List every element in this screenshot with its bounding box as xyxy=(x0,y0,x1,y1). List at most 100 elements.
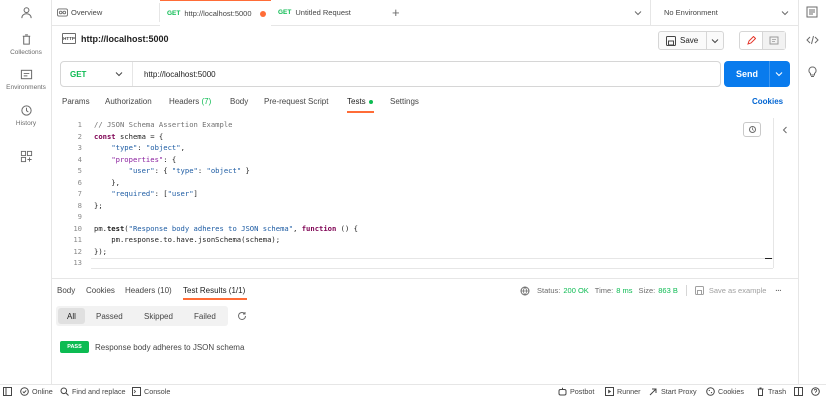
line-number: 13 xyxy=(73,258,82,267)
toggle-sidebar-button[interactable] xyxy=(3,387,15,396)
trash-icon xyxy=(757,387,764,396)
send-divider xyxy=(769,61,771,87)
tab-pre-request-script[interactable]: Pre-request Script xyxy=(264,97,328,106)
code-line: // JSON Schema Assertion Example xyxy=(94,120,233,129)
tab-label: Overview xyxy=(71,8,103,17)
online-status[interactable]: Online xyxy=(20,387,53,396)
view-toggle xyxy=(739,31,786,50)
environment-label: No Environment xyxy=(664,8,718,17)
filter-all[interactable]: All xyxy=(58,308,85,324)
time-value[interactable]: 8 ms xyxy=(616,286,632,295)
code-icon[interactable] xyxy=(806,35,819,45)
tab-settings[interactable]: Settings xyxy=(390,97,419,106)
status-value[interactable]: 200 OK xyxy=(563,286,588,295)
postbot-icon xyxy=(558,387,567,396)
line-number: 1 xyxy=(77,120,82,129)
postbot-label: Postbot xyxy=(570,387,595,396)
filter-failed[interactable]: Failed xyxy=(194,306,216,326)
code-line: "required": ["user"] xyxy=(111,189,198,198)
tab-method: GET xyxy=(167,10,181,17)
url-input[interactable]: http://localhost:5000 xyxy=(144,70,216,79)
line-number: 8 xyxy=(77,200,82,210)
tab-method: GET xyxy=(278,9,292,16)
tab-params[interactable]: Params xyxy=(62,97,90,106)
save-divider xyxy=(706,32,708,49)
sidebar-item-history[interactable]: History xyxy=(0,104,52,127)
comment-mode-button[interactable] xyxy=(763,32,785,49)
two-pane-toggle[interactable] xyxy=(794,387,806,396)
snippet-icon xyxy=(748,126,756,133)
tab-overview[interactable]: Overview xyxy=(57,0,102,25)
console-button[interactable]: Console xyxy=(132,387,170,396)
code-line: "user": { "type": "object" } xyxy=(128,166,250,175)
tab-tests[interactable]: Tests xyxy=(347,97,373,106)
sidebar-item-environments[interactable]: Environments xyxy=(0,68,52,91)
save-as-example-button[interactable]: Save as example xyxy=(709,286,767,295)
postbot-button[interactable]: Postbot xyxy=(558,387,594,396)
left-sidebar: Collections Environments History xyxy=(0,0,52,384)
code-line: }, xyxy=(94,177,120,187)
right-rail xyxy=(798,0,826,397)
refresh-icon[interactable] xyxy=(237,311,247,321)
response-tab-headers[interactable]: Headers (10) xyxy=(125,286,172,295)
sidebar-item-account[interactable] xyxy=(0,6,52,22)
filter-passed[interactable]: Passed xyxy=(96,306,123,326)
environment-select[interactable]: No Environment xyxy=(664,0,789,25)
tab-untitled-request[interactable]: GET Untitled Request xyxy=(278,0,351,25)
history-icon xyxy=(20,105,32,116)
response-tab-cookies[interactable]: Cookies xyxy=(86,286,115,295)
filter-label: All xyxy=(67,311,76,321)
environment-quicklook-icon[interactable] xyxy=(806,6,818,18)
send-label: Send xyxy=(736,69,759,79)
overview-icon xyxy=(57,8,68,17)
cookies-label: Cookies xyxy=(718,387,744,396)
sidebar-item-configure[interactable] xyxy=(0,150,52,166)
response-tab-test-results[interactable]: Test Results (1/1) xyxy=(183,286,245,295)
start-proxy-button[interactable]: Start Proxy xyxy=(649,387,697,396)
two-pane-icon xyxy=(794,387,803,396)
sidebar-item-collections[interactable]: Collections xyxy=(0,33,52,56)
new-tab-button[interactable]: + xyxy=(392,0,400,25)
filter-label: Failed xyxy=(194,311,216,321)
unsaved-dot-icon xyxy=(259,10,266,17)
lightbulb-icon[interactable] xyxy=(807,66,818,78)
size-value[interactable]: 863 B xyxy=(658,286,678,295)
trash-button[interactable]: Trash xyxy=(756,387,786,396)
trash-can-icon xyxy=(22,34,30,45)
line-number: 6 xyxy=(77,177,82,187)
chevron-down-icon xyxy=(775,72,783,77)
method-label: GET xyxy=(70,69,87,79)
search-icon xyxy=(60,387,69,396)
test-result-row: PASS Response body adheres to JSON schem… xyxy=(60,341,244,353)
more-options-icon[interactable]: ··· xyxy=(775,286,782,295)
edit-mode-button[interactable] xyxy=(740,32,763,49)
help-button[interactable] xyxy=(811,387,823,396)
method-select[interactable]: GET xyxy=(61,62,133,86)
line-number: 7 xyxy=(77,189,82,198)
line-number: 9 xyxy=(77,212,82,221)
save-button[interactable]: Save xyxy=(658,31,724,50)
start-proxy-label: Start Proxy xyxy=(661,387,697,396)
response-tab-body[interactable]: Body xyxy=(57,286,75,295)
runner-button[interactable]: Runner xyxy=(605,387,641,396)
chevron-left-icon[interactable] xyxy=(782,126,788,134)
response-meta: Status: 200 OK Time: 8 ms Size: 863 B Sa… xyxy=(520,285,782,296)
tab-headers[interactable]: Headers (7) xyxy=(169,97,211,106)
tab-body[interactable]: Body xyxy=(230,97,248,106)
request-name[interactable]: http://localhost:5000 xyxy=(81,34,169,44)
url-bar: GET http://localhost:5000 xyxy=(60,61,721,87)
tab-active-request[interactable]: GET http://localhost:5000 xyxy=(160,0,271,26)
active-response-tab-underline xyxy=(183,298,247,300)
find-replace-button[interactable]: Find and replace xyxy=(60,387,126,396)
cookies-button[interactable]: Cookies xyxy=(706,387,744,396)
help-icon xyxy=(811,387,820,396)
environment-icon xyxy=(20,69,32,80)
filter-skipped[interactable]: Skipped xyxy=(144,306,173,326)
snippets-button[interactable] xyxy=(743,122,761,137)
tabs-overflow-button[interactable] xyxy=(634,0,642,25)
send-button[interactable]: Send xyxy=(724,61,790,87)
env-divider xyxy=(650,0,651,25)
chevron-down-icon xyxy=(115,72,123,77)
tab-authorization[interactable]: Authorization xyxy=(105,97,152,106)
cookies-link[interactable]: Cookies xyxy=(752,97,783,106)
